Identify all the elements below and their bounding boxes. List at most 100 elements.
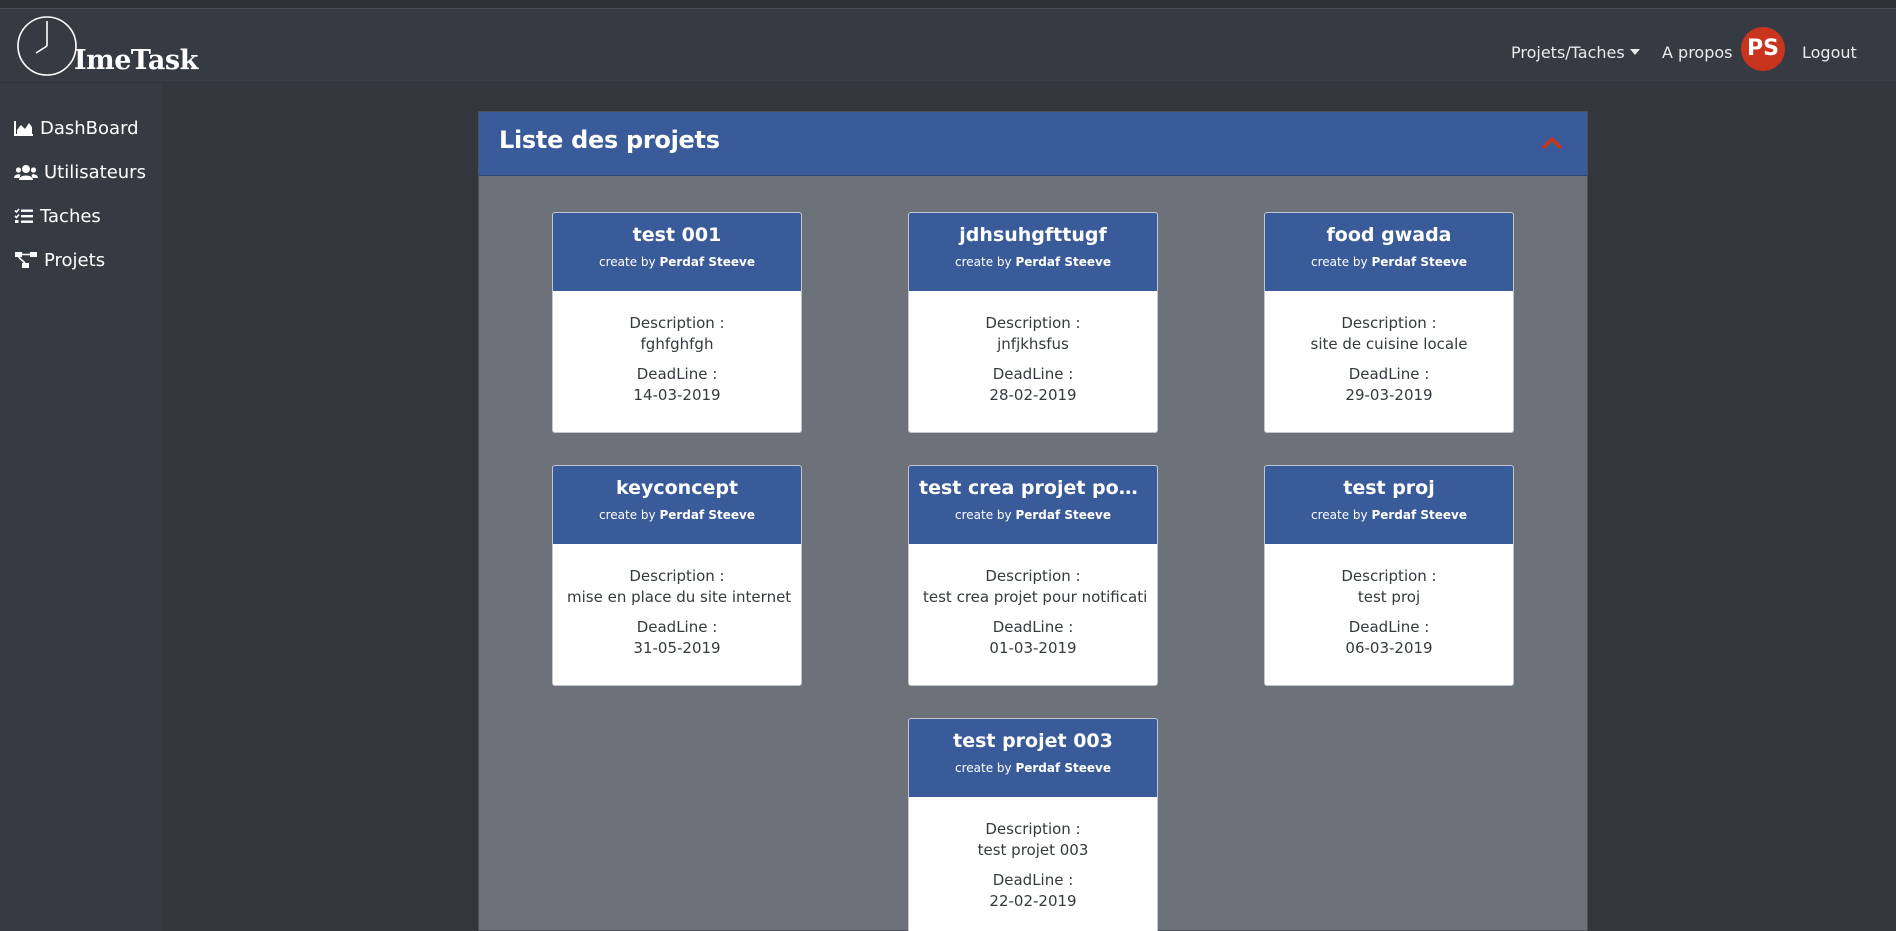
created-by-prefix: create by [954, 508, 1012, 522]
project-deadline: 29-03-2019 [1345, 386, 1433, 404]
chevron-up-icon[interactable] [1541, 134, 1563, 150]
project-author-line: create by Perdaf Steeve [909, 508, 1157, 522]
nav-about-link[interactable]: A propos [1662, 43, 1732, 62]
sidebar-item-projects[interactable]: Projets [14, 246, 105, 274]
user-avatar[interactable]: PS [1741, 27, 1785, 71]
users-icon [14, 165, 38, 180]
created-by-prefix: create by [598, 255, 656, 269]
project-author: Perdaf Steeve [1371, 255, 1467, 269]
description-label: Description : [985, 314, 1081, 332]
project-deadline: 14-03-2019 [633, 386, 721, 404]
top-navbar: ImeTask Projets/Taches A propos PS Logou… [0, 9, 1896, 83]
project-card-header: jdhsuhgfttugf create by Perdaf Steeve [909, 213, 1157, 291]
project-author: Perdaf Steeve [1015, 761, 1111, 775]
project-card[interactable]: test projet 003 create by Perdaf Steeve De… [908, 718, 1158, 931]
project-description: mise en place du site internet [567, 588, 792, 606]
description-label: Description : [629, 314, 725, 332]
nav-projects-tasks-label: Projets/Taches [1511, 43, 1625, 62]
project-title: test projet 003 [953, 730, 1113, 752]
project-card-header: test projet 003 create by Perdaf Steeve [909, 719, 1157, 797]
project-card[interactable]: test crea projet pour... create by Perdaf… [908, 465, 1158, 686]
project-card-header: test crea projet pour... create by Perdaf… [909, 466, 1157, 544]
project-card[interactable]: food gwada create by Perdaf Steeve Descrip… [1264, 212, 1514, 433]
project-author: Perdaf Steeve [659, 255, 755, 269]
project-title: food gwada [1326, 224, 1452, 246]
project-card-body: Description : test proj DeadLine : 06-03-20… [1265, 544, 1513, 659]
project-deadline: 01-03-2019 [989, 639, 1077, 657]
sidebar-item-tasks[interactable]: Taches [14, 202, 101, 230]
project-author-line: create by Perdaf Steeve [553, 508, 801, 522]
project-title: test 001 [632, 224, 722, 246]
chart-area-icon [14, 121, 33, 136]
project-card-body: Description : test crea projet pour notif… [909, 544, 1157, 659]
project-card[interactable]: test proj create by Perdaf Steeve Descript… [1264, 465, 1514, 686]
project-card-header: test 001 create by Perdaf Steeve [553, 213, 801, 291]
sidebar: DashBoard Utilisateurs Taches Projets [0, 84, 162, 931]
sidebar-item-label: Taches [40, 205, 101, 227]
project-author: Perdaf Steeve [1015, 255, 1111, 269]
sidebar-item-label: DashBoard [40, 117, 139, 139]
project-title: keyconcept [615, 477, 739, 499]
project-card[interactable]: jdhsuhgfttugf create by Perdaf Steeve Desc… [908, 212, 1158, 433]
project-card-header: test proj create by Perdaf Steeve [1265, 466, 1513, 544]
project-author-line: create by Perdaf Steeve [1265, 255, 1513, 269]
deadline-label: DeadLine : [992, 871, 1074, 889]
logout-link[interactable]: Logout [1802, 43, 1857, 62]
project-author-line: create by Perdaf Steeve [909, 761, 1157, 775]
project-deadline: 06-03-2019 [1345, 639, 1433, 657]
description-label: Description : [629, 567, 725, 585]
deadline-label: DeadLine : [1348, 365, 1430, 383]
project-card-body: Description : mise en place du site inter… [553, 544, 801, 659]
app-logo[interactable]: ImeTask [16, 15, 198, 79]
project-title: test proj [1343, 477, 1435, 499]
created-by-prefix: create by [1310, 255, 1368, 269]
created-by-prefix: create by [1310, 508, 1368, 522]
deadline-label: DeadLine : [636, 365, 718, 383]
project-card-body: Description : jnfjkhsfus DeadLine : 28-02-2… [909, 291, 1157, 406]
nav-projects-tasks-dropdown[interactable]: Projets/Taches [1511, 43, 1640, 62]
sidebar-item-users[interactable]: Utilisateurs [14, 158, 146, 186]
project-author-line: create by Perdaf Steeve [553, 255, 801, 269]
window-top-edge [0, 0, 1896, 9]
panel-title: Liste des projets [499, 126, 720, 154]
project-description: test projet 003 [977, 841, 1089, 859]
project-deadline: 28-02-2019 [989, 386, 1077, 404]
deadline-label: DeadLine : [992, 618, 1074, 636]
project-author: Perdaf Steeve [659, 508, 755, 522]
panel-header: Liste des projets [479, 112, 1587, 176]
project-description: site de cuisine locale [1310, 335, 1468, 353]
project-description: test proj [1357, 588, 1421, 606]
project-title: jdhsuhgfttugf [959, 224, 1107, 246]
tasks-icon [14, 208, 33, 223]
project-deadline: 31-05-2019 [633, 639, 721, 657]
deadline-label: DeadLine : [636, 618, 718, 636]
description-label: Description : [1341, 314, 1437, 332]
caret-down-icon [1629, 49, 1640, 55]
project-deadline: 22-02-2019 [989, 892, 1077, 910]
logo-text: ImeTask [74, 45, 198, 76]
project-author: Perdaf Steeve [1015, 508, 1111, 522]
sidebar-item-dashboard[interactable]: DashBoard [14, 114, 139, 142]
project-title: test crea projet pour... [919, 477, 1157, 499]
description-label: Description : [985, 567, 1081, 585]
project-author: Perdaf Steeve [1371, 508, 1467, 522]
project-card-header: food gwada create by Perdaf Steeve [1265, 213, 1513, 291]
created-by-prefix: create by [954, 255, 1012, 269]
project-card[interactable]: keyconcept create by Perdaf Steeve Descrip… [552, 465, 802, 686]
created-by-prefix: create by [598, 508, 656, 522]
sidebar-item-label: Projets [44, 249, 106, 271]
project-card[interactable]: test 001 create by Perdaf Steeve Descripti… [552, 212, 802, 433]
description-label: Description : [1341, 567, 1437, 585]
deadline-label: DeadLine : [992, 365, 1074, 383]
sidebar-item-label: Utilisateurs [44, 161, 146, 183]
project-card-header: keyconcept create by Perdaf Steeve [553, 466, 801, 544]
project-description: jnfjkhsfus [997, 335, 1069, 353]
project-diagram-icon [15, 252, 37, 268]
clock-logo-icon [17, 16, 77, 76]
project-description: fghfghfgh [640, 335, 714, 353]
project-card-body: Description : fghfghfgh DeadLine : 14-03-20… [553, 291, 801, 406]
project-author-line: create by Perdaf Steeve [1265, 508, 1513, 522]
created-by-prefix: create by [954, 761, 1012, 775]
project-description: test crea projet pour notificati [923, 588, 1148, 606]
project-card-body: Description : site de cuisine locale DeadL… [1265, 291, 1513, 406]
